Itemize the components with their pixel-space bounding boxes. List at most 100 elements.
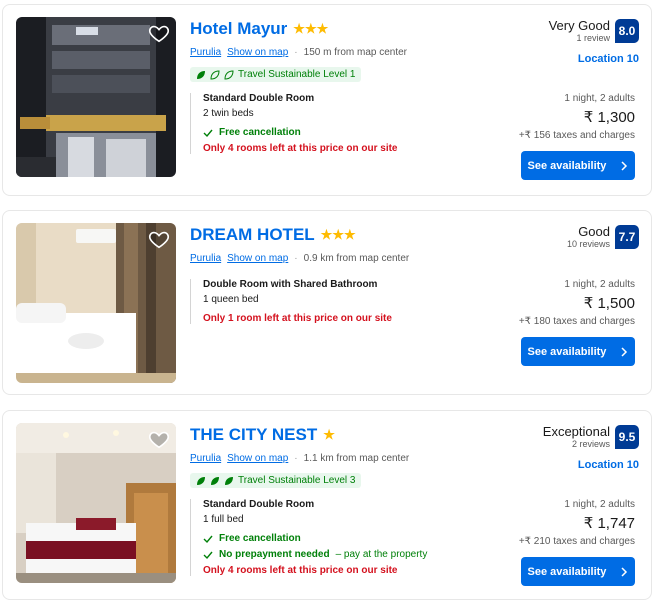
city-link[interactable]: Purulia (190, 253, 221, 264)
bed-type: 1 queen bed (203, 294, 259, 305)
button-label: See availability (527, 345, 607, 358)
chevron-right-icon (621, 160, 628, 171)
separator-dot: · (294, 253, 298, 264)
room-info: Standard Double Room 2 twin beds Free ca… (190, 93, 397, 154)
stay-length: 1 night, 2 adults (564, 279, 635, 290)
review-score[interactable]: Good 10 reviews 7.7 (567, 225, 639, 249)
city-link[interactable]: Purulia (190, 453, 221, 464)
leaf-outline-icon (224, 69, 234, 80)
score-badge: 7.7 (615, 225, 639, 249)
review-count: 1 review (576, 33, 610, 43)
benefit-label: No prepayment needed (219, 549, 330, 560)
hotel-title: Hotel Mayur ★★★ (190, 19, 328, 39)
free-cancellation: Free cancellation (203, 127, 397, 138)
leaf-icon (197, 70, 205, 79)
no-prepayment: No prepayment needed – pay at the proper… (203, 549, 427, 560)
taxes-text: +₹ 180 taxes and charges (518, 316, 635, 327)
city-link[interactable]: Purulia (190, 47, 221, 58)
free-cancellation: Free cancellation (203, 533, 427, 544)
hotel-name-link[interactable]: THE CITY NEST (190, 425, 317, 445)
hotel-photo[interactable] (16, 423, 176, 583)
sustainability-badge[interactable]: Travel Sustainable Level 1 (190, 67, 362, 82)
benefit-label: Free cancellation (219, 533, 301, 544)
location-score: Location 10 (577, 459, 639, 471)
hotel-card: THE CITY NEST ★ Purulia Show on map · 1.… (2, 410, 652, 600)
leaf-icon (225, 476, 233, 485)
hotel-photo[interactable] (16, 17, 176, 177)
star-rating-icon: ★ (323, 427, 335, 442)
leaf-icon (211, 476, 219, 485)
room-name: Standard Double Room (203, 93, 315, 104)
sustainability-label: Travel Sustainable Level 1 (238, 69, 356, 80)
see-availability-button[interactable]: See availability (521, 337, 635, 366)
heart-icon[interactable] (148, 428, 170, 450)
hotel-card: DREAM HOTEL ★★★ Purulia Show on map · 0.… (2, 210, 652, 395)
review-word: Good (578, 224, 610, 239)
see-availability-button[interactable]: See availability (521, 557, 635, 586)
distance-text: 1.1 km from map center (303, 453, 410, 464)
button-label: See availability (527, 565, 607, 578)
separator-dot: · (294, 453, 298, 464)
button-label: See availability (527, 159, 607, 172)
taxes-text: +₹ 210 taxes and charges (518, 536, 635, 547)
show-on-map-link[interactable]: Show on map (227, 453, 288, 464)
price-block: 1 night, 2 adults ₹ 1,300 +₹ 156 taxes a… (519, 93, 635, 141)
hotel-card: Hotel Mayur ★★★ Purulia Show on map · 15… (2, 4, 652, 196)
price: ₹ 1,300 (583, 109, 635, 126)
checkmark-icon (203, 535, 213, 543)
hotel-name-link[interactable]: Hotel Mayur (190, 19, 287, 39)
review-text: Good 10 reviews (566, 224, 610, 250)
benefit-sublabel: – pay at the property (335, 549, 428, 560)
hotel-name-link[interactable]: DREAM HOTEL (190, 225, 315, 245)
leaf-icon (197, 476, 205, 485)
stay-length: 1 night, 2 adults (564, 93, 635, 104)
location-score: Location 10 (577, 53, 639, 65)
review-text: Exceptional 2 reviews (542, 424, 610, 450)
bed-type: 1 full bed (203, 514, 244, 525)
hotel-photo[interactable] (16, 223, 176, 383)
hotel-title: THE CITY NEST ★ (190, 425, 335, 445)
show-on-map-link[interactable]: Show on map (227, 47, 288, 58)
review-word: Exceptional (542, 424, 610, 439)
room-name: Double Room with Shared Bathroom (203, 279, 378, 290)
heart-icon[interactable] (148, 22, 170, 44)
leaf-outline-icon (210, 69, 220, 80)
distance-text: 0.9 km from map center (303, 253, 410, 264)
scarcity-message: Only 1 room left at this price on our si… (203, 313, 392, 324)
room-info: Standard Double Room 1 full bed Free can… (190, 499, 427, 576)
price-block: 1 night, 2 adults ₹ 1,500 +₹ 180 taxes a… (519, 279, 635, 327)
checkmark-icon (203, 551, 213, 559)
stay-length: 1 night, 2 adults (564, 499, 635, 510)
separator-dot: · (294, 47, 298, 58)
hotel-title: DREAM HOTEL ★★★ (190, 225, 356, 245)
review-word: Very Good (548, 18, 610, 33)
bed-type: 2 twin beds (203, 108, 254, 119)
sustainability-label: Travel Sustainable Level 3 (238, 475, 356, 486)
room-info: Double Room with Shared Bathroom 1 queen… (190, 279, 392, 324)
hotel-location-line: Purulia Show on map · 150 m from map cen… (190, 47, 407, 58)
benefit-label: Free cancellation (219, 127, 301, 138)
see-availability-button[interactable]: See availability (521, 151, 635, 180)
review-count: 2 reviews (571, 439, 610, 449)
distance-text: 150 m from map center (303, 47, 408, 58)
heart-icon[interactable] (148, 228, 170, 250)
price-block: 1 night, 2 adults ₹ 1,747 +₹ 210 taxes a… (519, 499, 635, 547)
chevron-right-icon (621, 566, 628, 577)
sustainability-badge[interactable]: Travel Sustainable Level 3 (190, 473, 362, 488)
room-name: Standard Double Room (203, 499, 315, 510)
scarcity-message: Only 4 rooms left at this price on our s… (203, 143, 398, 154)
score-badge: 8.0 (615, 19, 639, 43)
hotel-location-line: Purulia Show on map · 0.9 km from map ce… (190, 253, 409, 264)
show-on-map-link[interactable]: Show on map (227, 253, 288, 264)
price: ₹ 1,747 (583, 515, 635, 532)
star-rating-icon: ★★★ (320, 227, 356, 242)
star-rating-icon: ★★★ (293, 21, 329, 36)
scarcity-message: Only 4 rooms left at this price on our s… (203, 565, 398, 576)
review-score[interactable]: Very Good 1 review 8.0 (549, 19, 639, 43)
hotel-location-line: Purulia Show on map · 1.1 km from map ce… (190, 453, 409, 464)
review-count: 10 reviews (566, 239, 610, 249)
price: ₹ 1,500 (583, 295, 635, 312)
checkmark-icon (203, 129, 213, 137)
review-score[interactable]: Exceptional 2 reviews 9.5 (543, 425, 639, 449)
taxes-text: +₹ 156 taxes and charges (518, 130, 635, 141)
